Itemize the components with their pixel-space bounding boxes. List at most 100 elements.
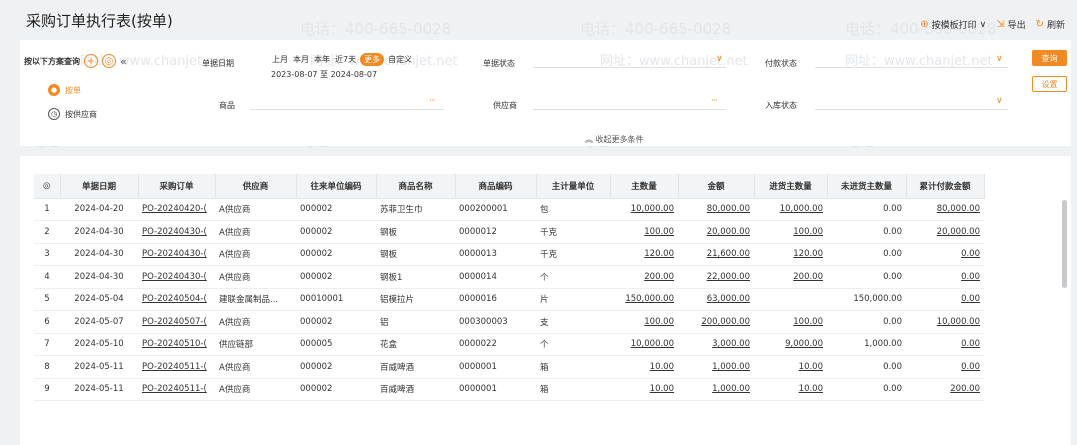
table-cell[interactable]: 0.00 <box>906 265 984 289</box>
cell-link[interactable]: PO-20240430-( <box>142 249 207 259</box>
cell-link[interactable]: 3,000.00 <box>712 339 750 349</box>
cell-link[interactable]: PO-20240430-( <box>142 272 207 282</box>
cell-link[interactable]: 100.00 <box>644 317 674 327</box>
export-button[interactable]: ⇲ 导出 <box>996 18 1025 31</box>
table-row[interactable]: 6 2024-05-07 PO-20240507-(A供应商 000002 铝 00030… <box>34 310 984 334</box>
cell-link[interactable]: 120.00 <box>644 249 674 259</box>
table-cell[interactable]: 200.00 <box>610 265 678 289</box>
cell-link[interactable]: 0.00 <box>961 294 980 304</box>
cell-link[interactable]: 200.00 <box>644 272 674 282</box>
column-header[interactable]: 未进货主数量 <box>827 174 907 199</box>
cell-link[interactable]: 10,000.00 <box>780 204 823 214</box>
table-cell[interactable]: 200,000.00 <box>678 310 754 334</box>
view-by-supplier[interactable]: ◷ 按供应商 <box>48 108 97 120</box>
table-cell[interactable]: PO-20240430-( <box>138 243 215 266</box>
date-range-value[interactable]: 2023-08-07 至 2024-08-07 <box>271 69 377 80</box>
cell-link[interactable]: PO-20240504-( <box>142 294 207 304</box>
table-cell[interactable]: 0.00 <box>906 288 984 311</box>
cell-link[interactable]: 10,000.00 <box>937 317 980 327</box>
cell-link[interactable]: PO-20240420-( <box>142 204 207 214</box>
table-row[interactable]: 1 2024-04-20 PO-20240420-(A供应商 000002 苏菲卫生巾 0… <box>34 198 984 221</box>
cell-link[interactable]: 200.00 <box>793 272 823 282</box>
column-header[interactable]: 进货主数量 <box>754 174 828 199</box>
table-cell[interactable]: 10,000.00 <box>906 310 984 334</box>
table-cell[interactable]: 100.00 <box>754 310 827 334</box>
cell-link[interactable]: 0.00 <box>961 249 980 259</box>
table-cell[interactable]: 3,000.00 <box>678 333 754 356</box>
table-cell[interactable]: 0.00 <box>906 243 984 266</box>
quick-date-more[interactable]: 更多 <box>360 53 385 66</box>
table-cell[interactable]: 20,000.00 <box>678 220 754 244</box>
table-cell[interactable]: 0.00 <box>906 333 984 356</box>
table-cell[interactable]: PO-20240510-( <box>138 333 215 356</box>
scheme-settings-icon[interactable]: ◎ <box>102 54 116 68</box>
table-cell[interactable]: 120.00 <box>754 243 827 266</box>
table-cell[interactable]: 9,000.00 <box>754 333 827 356</box>
table-cell[interactable]: 22,000.00 <box>678 265 754 289</box>
table-cell[interactable]: PO-20240504-( <box>138 288 215 311</box>
table-row[interactable]: 4 2024-04-30 PO-20240430-(A供应商 000002 钢板1 000… <box>34 265 984 289</box>
table-cell[interactable]: 63,000.00 <box>678 288 754 311</box>
table-row[interactable]: 7 2024-05-10 PO-20240510-(供应链部 000005 花盒 0000… <box>34 333 984 356</box>
table-cell[interactable]: 0.00 <box>906 355 984 379</box>
cell-link[interactable]: 22,000.00 <box>707 272 750 282</box>
column-header[interactable]: 商品名称 <box>376 174 456 199</box>
cell-link[interactable]: 10.00 <box>799 384 823 394</box>
table-cell[interactable]: 200.00 <box>754 265 827 289</box>
column-header[interactable]: 单据日期 <box>60 174 139 199</box>
table-cell[interactable]: 10.00 <box>610 378 678 401</box>
table-row[interactable]: 8 2024-05-11 PO-20240511-(A供应商 000002 百威啤酒 00… <box>34 355 984 379</box>
cell-link[interactable]: 200.00 <box>950 384 980 394</box>
table-cell[interactable]: 80,000.00 <box>678 198 754 221</box>
table-cell[interactable]: PO-20240430-( <box>138 265 215 289</box>
table-cell[interactable]: PO-20240430-( <box>138 220 215 244</box>
table-cell[interactable]: 150,000.00 <box>610 288 678 311</box>
table-cell[interactable]: 10.00 <box>610 355 678 379</box>
column-header[interactable]: 累计付款金额 <box>906 174 985 199</box>
table-cell[interactable]: 10.00 <box>754 378 827 401</box>
table-cell[interactable]: PO-20240420-( <box>138 198 215 221</box>
quick-date-last-7-days[interactable]: 近7天 <box>334 53 357 66</box>
table-cell[interactable]: PO-20240511-( <box>138 378 215 401</box>
column-settings-icon[interactable]: ◎ <box>34 174 61 199</box>
table-cell[interactable]: 10,000.00 <box>610 198 678 221</box>
cell-link[interactable]: 150,000.00 <box>625 294 674 304</box>
column-header[interactable]: 金额 <box>678 174 755 199</box>
table-cell[interactable]: 20,000.00 <box>906 220 984 244</box>
column-header[interactable]: 商品编码 <box>455 174 537 199</box>
table-row[interactable]: 9 2024-05-11 PO-20240511-(A供应商 000002 百威啤酒 00… <box>34 378 984 401</box>
column-header[interactable]: 主计量单位 <box>536 174 611 199</box>
cell-link[interactable]: PO-20240430-( <box>142 227 207 237</box>
table-row[interactable]: 5 2024-05-04 PO-20240504-(建联金属制品... 0001000… <box>34 288 984 311</box>
cell-link[interactable]: 63,000.00 <box>707 294 750 304</box>
cell-link[interactable]: 21,600.00 <box>707 249 750 259</box>
pay-status-select[interactable] <box>815 52 1008 68</box>
collapse-more-toggle[interactable]: ︽ 收起更多条件 <box>585 134 644 145</box>
table-cell[interactable]: 200.00 <box>906 378 984 401</box>
table-cell[interactable]: 100.00 <box>610 220 678 244</box>
cell-link[interactable]: 120.00 <box>793 249 823 259</box>
quick-date-last-month[interactable]: 上月 <box>271 53 289 66</box>
table-cell[interactable]: 10.00 <box>754 355 827 379</box>
cell-link[interactable]: 9,000.00 <box>785 339 823 349</box>
cell-link[interactable]: 10.00 <box>650 384 674 394</box>
product-input[interactable] <box>251 94 444 110</box>
cell-link[interactable]: 1,000.00 <box>712 384 750 394</box>
column-header[interactable]: 供应商 <box>215 174 297 199</box>
table-row[interactable]: 2 2024-04-30 PO-20240430-(A供应商 000002 钢板 0000… <box>34 220 984 244</box>
cell-link[interactable]: 10,000.00 <box>631 204 674 214</box>
add-scheme-icon[interactable]: + <box>84 54 98 68</box>
cell-link[interactable]: 1,000.00 <box>712 362 750 372</box>
table-cell[interactable]: 10,000.00 <box>610 333 678 356</box>
table-cell[interactable]: 120.00 <box>610 243 678 266</box>
settings-button[interactable]: 设置 <box>1032 76 1067 92</box>
cell-link[interactable]: 10.00 <box>799 362 823 372</box>
query-button[interactable]: 查询 <box>1032 50 1067 66</box>
cell-link[interactable]: 100.00 <box>793 317 823 327</box>
supplier-input[interactable] <box>533 94 726 110</box>
cell-link[interactable]: 100.00 <box>644 227 674 237</box>
cell-link[interactable]: 20,000.00 <box>937 227 980 237</box>
table-cell[interactable]: 1,000.00 <box>678 355 754 379</box>
cell-link[interactable]: PO-20240507-( <box>142 317 207 327</box>
column-header[interactable]: 采购订单 <box>138 174 216 199</box>
